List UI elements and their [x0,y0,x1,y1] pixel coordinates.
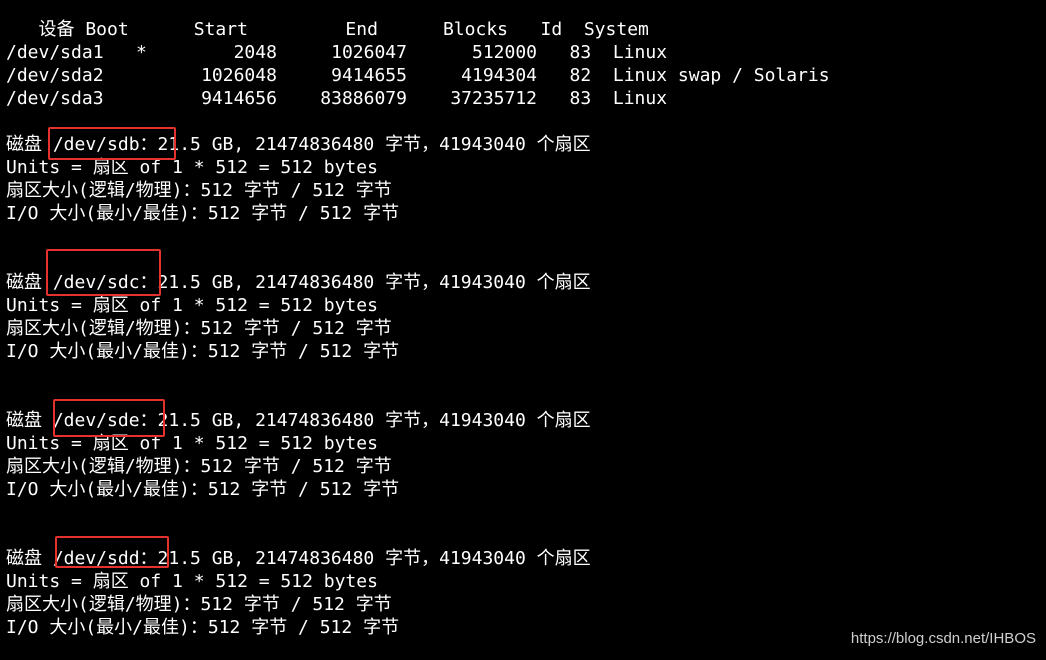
watermark-text: https://blog.csdn.net/IHBOS [850,630,1036,647]
sector-size-line-sdb: 扇区大小(逻辑/物理)：512 字节 / 512 字节 [6,180,392,201]
sector-size-line-sde: 扇区大小(逻辑/物理)：512 字节 / 512 字节 [6,456,392,477]
sector-size-line-sdc: 扇区大小(逻辑/物理)：512 字节 / 512 字节 [6,318,392,339]
terminal-window: 设备 Boot Start End Blocks Id System /dev/… [0,0,1046,660]
highlight-box-sde [53,399,165,437]
io-size-line-sde: I/O 大小(最小/最佳)：512 字节 / 512 字节 [6,479,400,500]
io-size-line-sdb: I/O 大小(最小/最佳)：512 字节 / 512 字节 [6,203,400,224]
highlight-box-sdc [46,249,161,296]
units-line-sdc: Units = 扇区 of 1 * 512 = 512 bytes [6,295,378,316]
partition-row-sda3: /dev/sda3 9414656 83886079 37235712 83 L… [6,88,668,109]
units-line-sdd: Units = 扇区 of 1 * 512 = 512 bytes [6,571,378,592]
sector-size-line-sdd: 扇区大小(逻辑/物理)：512 字节 / 512 字节 [6,594,392,615]
partition-row-sda1: /dev/sda1 * 2048 1026047 512000 83 Linux [6,42,668,63]
partition-row-sda2: /dev/sda2 1026048 9414655 4194304 82 Lin… [6,65,830,86]
partition-table-header: 设备 Boot Start End Blocks Id System [6,19,649,40]
highlight-box-sdb [48,127,176,160]
io-size-line-sdd: I/O 大小(最小/最佳)：512 字节 / 512 字节 [6,617,400,638]
highlight-box-sdd [55,536,169,568]
io-size-line-sdc: I/O 大小(最小/最佳)：512 字节 / 512 字节 [6,341,400,362]
